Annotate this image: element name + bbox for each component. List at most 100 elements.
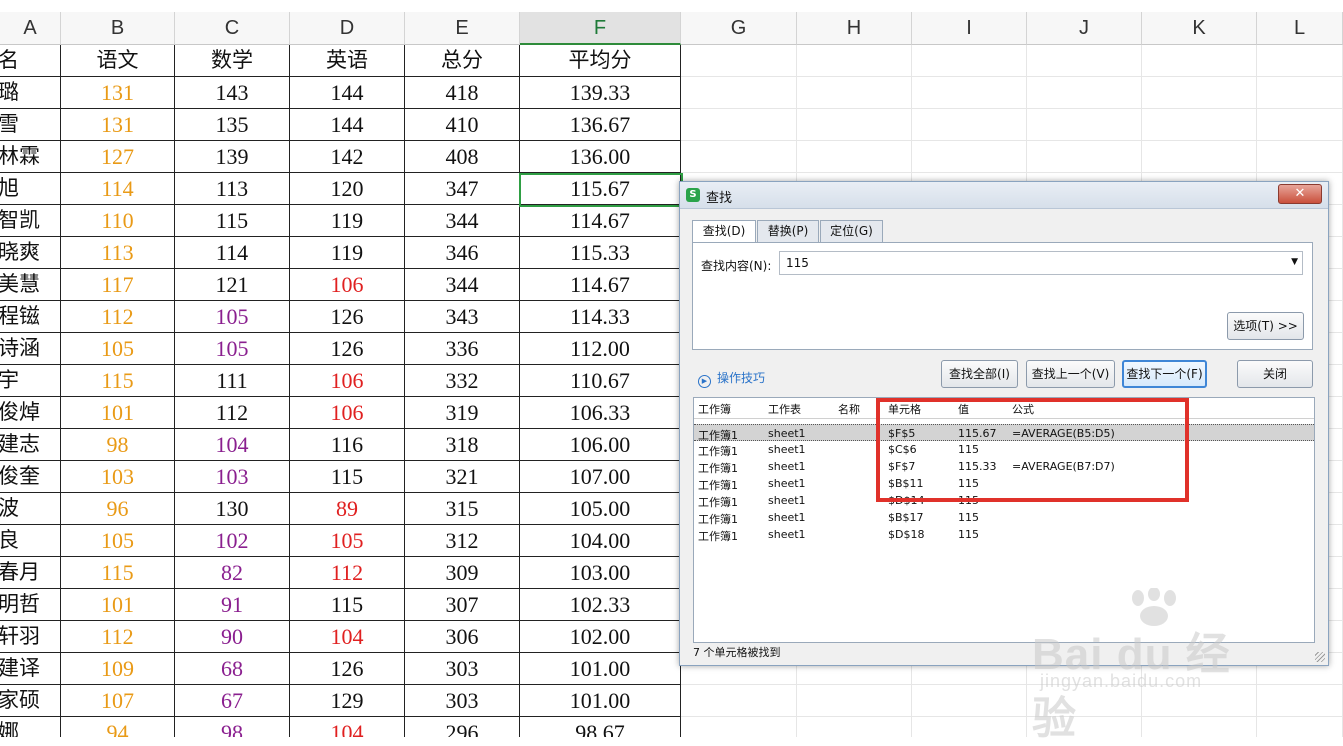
empty-cell[interactable] <box>681 717 797 737</box>
name-cell[interactable]: 建译 <box>0 653 61 685</box>
chinese-cell[interactable]: 112 <box>61 621 175 653</box>
avg-cell[interactable]: 136.00 <box>520 141 681 173</box>
english-cell[interactable]: 106 <box>290 269 405 301</box>
name-cell[interactable]: 智凯 <box>0 205 61 237</box>
empty-cell[interactable] <box>1142 109 1257 141</box>
column-header-b[interactable]: B <box>61 12 175 45</box>
name-cell[interactable]: 璐 <box>0 77 61 109</box>
resize-grip[interactable] <box>1315 652 1325 662</box>
chinese-cell[interactable]: 131 <box>61 109 175 141</box>
tips-link[interactable]: ▶ 操作技巧 <box>698 369 765 388</box>
english-cell[interactable]: 116 <box>290 429 405 461</box>
avg-cell[interactable]: 107.00 <box>520 461 681 493</box>
empty-cell[interactable] <box>797 109 912 141</box>
column-header-j[interactable]: J <box>1027 12 1142 45</box>
name-cell[interactable]: 旭 <box>0 173 61 205</box>
total-cell[interactable]: 343 <box>405 301 520 333</box>
empty-cell[interactable] <box>912 685 1027 717</box>
dialog-titlebar[interactable]: S 查找 ✕ <box>680 182 1328 209</box>
math-cell[interactable]: 67 <box>175 685 290 717</box>
empty-cell[interactable] <box>1142 45 1257 77</box>
english-cell[interactable]: 106 <box>290 397 405 429</box>
chinese-cell[interactable]: 107 <box>61 685 175 717</box>
empty-cell[interactable] <box>797 141 912 173</box>
header-cell[interactable]: 英语 <box>290 45 405 77</box>
header-workbook[interactable]: 工作簿 <box>698 401 731 417</box>
total-cell[interactable]: 312 <box>405 525 520 557</box>
empty-cell[interactable] <box>1257 141 1343 173</box>
chinese-cell[interactable]: 115 <box>61 365 175 397</box>
total-cell[interactable]: 321 <box>405 461 520 493</box>
total-cell[interactable]: 344 <box>405 205 520 237</box>
total-cell[interactable]: 306 <box>405 621 520 653</box>
math-cell[interactable]: 143 <box>175 77 290 109</box>
column-header-g[interactable]: G <box>681 12 797 45</box>
chinese-cell[interactable]: 117 <box>61 269 175 301</box>
english-cell[interactable]: 126 <box>290 653 405 685</box>
chinese-cell[interactable]: 101 <box>61 589 175 621</box>
math-cell[interactable]: 112 <box>175 397 290 429</box>
name-cell[interactable]: 俊奎 <box>0 461 61 493</box>
english-cell[interactable]: 142 <box>290 141 405 173</box>
find-prev-button[interactable]: 查找上一个(V) <box>1026 360 1115 388</box>
math-cell[interactable]: 111 <box>175 365 290 397</box>
empty-cell[interactable] <box>1027 717 1142 737</box>
math-cell[interactable]: 98 <box>175 717 290 737</box>
name-cell[interactable]: 程镃 <box>0 301 61 333</box>
name-cell[interactable]: 明哲 <box>0 589 61 621</box>
empty-cell[interactable] <box>681 141 797 173</box>
name-cell[interactable]: 雪 <box>0 109 61 141</box>
name-cell[interactable]: 林霖 <box>0 141 61 173</box>
empty-cell[interactable] <box>912 45 1027 77</box>
total-cell[interactable]: 307 <box>405 589 520 621</box>
results-list[interactable]: 工作簿 工作表 名称 单元格 值 公式 工作簿1 sheet1 $F$5 115.67… <box>693 397 1315 643</box>
english-cell[interactable]: 112 <box>290 557 405 589</box>
english-cell[interactable]: 89 <box>290 493 405 525</box>
header-value[interactable]: 值 <box>958 401 969 417</box>
math-cell[interactable]: 105 <box>175 333 290 365</box>
avg-cell[interactable]: 115.33 <box>520 237 681 269</box>
name-cell[interactable]: 建志 <box>0 429 61 461</box>
empty-cell[interactable] <box>1027 685 1142 717</box>
math-cell[interactable]: 113 <box>175 173 290 205</box>
math-cell[interactable]: 90 <box>175 621 290 653</box>
header-formula[interactable]: 公式 <box>1012 401 1034 417</box>
name-cell[interactable]: 春月 <box>0 557 61 589</box>
close-button[interactable]: 关闭 <box>1237 360 1313 388</box>
empty-cell[interactable] <box>1257 717 1343 737</box>
name-cell[interactable]: 轩羽 <box>0 621 61 653</box>
total-cell[interactable]: 410 <box>405 109 520 141</box>
empty-cell[interactable] <box>681 685 797 717</box>
chinese-cell[interactable]: 114 <box>61 173 175 205</box>
empty-cell[interactable] <box>912 717 1027 737</box>
total-cell[interactable]: 303 <box>405 653 520 685</box>
empty-cell[interactable] <box>1142 77 1257 109</box>
math-cell[interactable]: 114 <box>175 237 290 269</box>
english-cell[interactable]: 129 <box>290 685 405 717</box>
total-cell[interactable]: 346 <box>405 237 520 269</box>
empty-cell[interactable] <box>797 45 912 77</box>
math-cell[interactable]: 102 <box>175 525 290 557</box>
math-cell[interactable]: 91 <box>175 589 290 621</box>
chinese-cell[interactable]: 105 <box>61 333 175 365</box>
empty-cell[interactable] <box>797 717 912 737</box>
header-cell[interactable]: 名 <box>0 45 61 77</box>
close-icon[interactable]: ✕ <box>1278 184 1322 204</box>
empty-cell[interactable] <box>1027 141 1142 173</box>
options-button[interactable]: 选项(T) >> <box>1227 312 1304 340</box>
name-cell[interactable]: 晓爽 <box>0 237 61 269</box>
name-cell[interactable]: 诗涵 <box>0 333 61 365</box>
chevron-down-icon[interactable]: ▼ <box>1291 257 1298 267</box>
result-row[interactable]: 工作簿1 sheet1 $D$14 115 <box>694 492 1314 509</box>
avg-cell[interactable]: 112.00 <box>520 333 681 365</box>
tab-goto[interactable]: 定位(G) <box>820 220 883 242</box>
english-cell[interactable]: 115 <box>290 589 405 621</box>
result-row[interactable]: 工作簿1 sheet1 $F$7 115.33 =AVERAGE(B7:D7) <box>694 458 1314 475</box>
header-name[interactable]: 名称 <box>838 401 860 417</box>
total-cell[interactable]: 418 <box>405 77 520 109</box>
chinese-cell[interactable]: 115 <box>61 557 175 589</box>
find-next-button[interactable]: 查找下一个(F) <box>1122 360 1207 388</box>
empty-cell[interactable] <box>1142 141 1257 173</box>
name-cell[interactable]: 波 <box>0 493 61 525</box>
english-cell[interactable]: 120 <box>290 173 405 205</box>
